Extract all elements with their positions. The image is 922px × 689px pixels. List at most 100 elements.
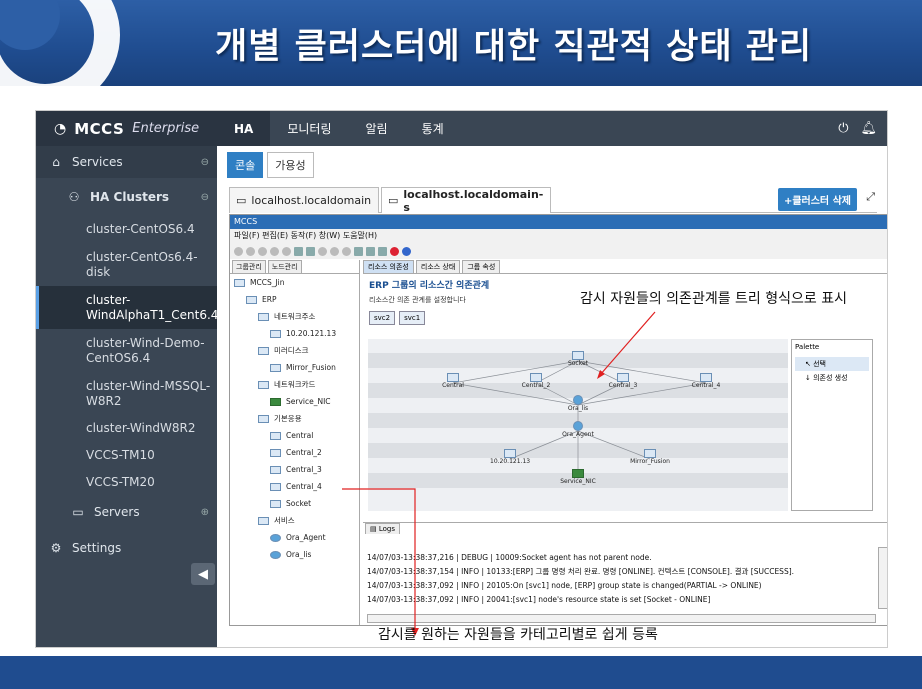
graph-node[interactable]: Socket xyxy=(558,351,598,367)
add-icon[interactable] xyxy=(354,246,363,256)
tab-availability[interactable]: 가용성 xyxy=(267,152,314,178)
tab-group-props[interactable]: 그룹 속성 xyxy=(462,260,501,273)
tree-node-label: Central_3 xyxy=(286,465,322,474)
tab-stats[interactable]: 통계 xyxy=(405,111,461,146)
tree-node[interactable]: Central_2 xyxy=(230,444,359,461)
console-toolbar xyxy=(230,243,887,259)
palette-item-label: 의존성 생성 xyxy=(813,374,848,382)
resource-icon xyxy=(644,449,656,458)
play-icon[interactable] xyxy=(234,246,243,256)
tree-node[interactable]: Service_NIC xyxy=(230,393,359,410)
tree-node[interactable]: 미러디스크 xyxy=(230,342,359,359)
palette-dependency[interactable]: ↓ 의존성 생성 xyxy=(795,371,869,385)
log-vscroll[interactable] xyxy=(878,547,887,609)
cluster-item[interactable]: cluster-Wind-MSSQL-W8R2 xyxy=(36,372,217,415)
remove-icon[interactable] xyxy=(366,246,375,256)
tree-node[interactable]: 10.20.121.13 xyxy=(230,325,359,342)
collapse-icon[interactable]: ⊖ xyxy=(201,157,209,168)
expand-icon[interactable]: ⊕ xyxy=(201,507,209,518)
tab-dependency[interactable]: 리소스 의존성 xyxy=(363,260,414,273)
graph-canvas[interactable]: Socket Central Central_2 Central_3 Central_4… xyxy=(368,339,788,511)
sidebar-item-services[interactable]: ⌂ Services ⊖ xyxy=(36,146,217,178)
graph-node[interactable]: Ora_lis xyxy=(558,395,598,412)
forward-icon[interactable] xyxy=(282,246,291,256)
resource-icon xyxy=(530,373,542,382)
refresh-icon[interactable] xyxy=(330,246,339,256)
bell-icon[interactable]: 🔔︎ xyxy=(860,121,877,136)
monitor-icon: ▭ xyxy=(72,505,84,519)
sidebar-item-ha-clusters[interactable]: ⚇ HA Clusters ⊖ xyxy=(36,178,217,216)
graph-node[interactable]: Central_2 xyxy=(516,373,556,389)
graph-node[interactable]: 10.20.121.13 xyxy=(490,449,530,465)
tree-node[interactable]: 네트워크주소 xyxy=(230,308,359,325)
tree-node[interactable]: Mirror_Fusion xyxy=(230,359,359,376)
tree-node[interactable]: 기본응용 xyxy=(230,410,359,427)
cluster-item[interactable]: VCCS-TM10 xyxy=(36,442,217,469)
tree-node[interactable]: MCCS_Jin xyxy=(230,274,359,291)
brand-suffix: Enterprise xyxy=(132,121,200,136)
tab-node-mgmt[interactable]: 노드관리 xyxy=(267,260,302,273)
tab-monitoring[interactable]: 모니터링 xyxy=(270,111,348,146)
graph-node[interactable]: Central_4 xyxy=(686,373,726,389)
graph-node[interactable]: Central xyxy=(433,373,473,389)
sidebar-item-label: HA Clusters xyxy=(90,190,170,204)
tab-resource-state[interactable]: 리소스 상태 xyxy=(415,260,461,273)
warning-icon[interactable] xyxy=(318,246,327,256)
host-tab[interactable]: ▭ localhost.localdomain xyxy=(229,187,379,213)
console-menu[interactable]: 파일(F) 편집(E) 동작(F) 창(W) 도움말(H) xyxy=(230,229,887,243)
top-nav: HA 모니터링 알림 통계 ⏻ 🔔︎ xyxy=(217,111,887,146)
download-icon[interactable] xyxy=(402,246,411,256)
tree-node-label: Service_NIC xyxy=(286,397,331,406)
svc-button[interactable]: svc2 xyxy=(369,311,396,325)
bulb-icon[interactable] xyxy=(342,246,351,256)
stop-icon[interactable] xyxy=(246,246,255,256)
tree-node[interactable]: Ora_lis xyxy=(230,546,359,563)
tree-node[interactable]: Central_4 xyxy=(230,478,359,495)
tab-group-mgmt[interactable]: 그룹관리 xyxy=(232,260,266,273)
log-line: 14/07/03-13:38:37,216 | DEBUG | 10009:So… xyxy=(367,553,652,562)
graph-node[interactable]: Central_3 xyxy=(603,373,643,389)
tree-node[interactable]: Ora_Agent xyxy=(230,529,359,546)
graph-node-label: Ora_Agent xyxy=(562,431,594,438)
tab-ha[interactable]: HA xyxy=(217,111,271,146)
cluster-item-active[interactable]: cluster-WindAlphaT1_Cent6.4 xyxy=(36,286,218,329)
unlock-icon[interactable] xyxy=(306,246,315,256)
tree-node[interactable]: ERP xyxy=(230,291,359,308)
tree-node[interactable]: Central_3 xyxy=(230,461,359,478)
cluster-item[interactable]: cluster-CentOs6.4-disk xyxy=(36,243,217,286)
lock-icon[interactable] xyxy=(294,246,303,256)
cluster-item[interactable]: VCCS-TM20 xyxy=(36,469,217,496)
tree-node[interactable]: 네트워크카드 xyxy=(230,376,359,393)
logs-icon: ▤ xyxy=(370,525,377,533)
rewind-icon[interactable] xyxy=(270,246,279,256)
tree-node-label: Mirror_Fusion xyxy=(286,363,336,372)
sidebar-item-servers[interactable]: ▭ Servers ⊕ xyxy=(36,496,217,528)
cluster-item[interactable]: cluster-WindW8R2 xyxy=(36,415,217,442)
graph-node[interactable]: Ora_Agent xyxy=(558,421,598,438)
cluster-item[interactable]: cluster-Wind-Demo-CentOS6.4 xyxy=(36,329,217,372)
sidebar-item-settings[interactable]: ⚙ Settings xyxy=(36,532,217,564)
tab-alerts[interactable]: 알림 xyxy=(349,111,405,146)
host-tab-label: localhost.localdomain xyxy=(251,194,372,207)
edit-icon[interactable] xyxy=(378,246,387,256)
svc-button[interactable]: svc1 xyxy=(399,311,426,325)
graph-node[interactable]: Service_NIC xyxy=(558,469,598,485)
delete-cluster-button[interactable]: +클러스터 삭제 xyxy=(777,188,857,211)
collapse-icon[interactable]: ⊖ xyxy=(201,192,209,203)
power-icon[interactable]: ⏻ xyxy=(838,121,848,136)
graph-node[interactable]: Mirror_Fusion xyxy=(630,449,670,465)
error-icon[interactable] xyxy=(390,246,399,256)
sidebar-collapse-button[interactable]: ◀ xyxy=(191,563,215,585)
pause-icon[interactable] xyxy=(258,246,267,256)
expand-icon[interactable]: ⤢ xyxy=(866,190,875,204)
graph-node-label: Ora_lis xyxy=(567,405,589,412)
tree-node[interactable]: Socket xyxy=(230,495,359,512)
tab-logs[interactable]: ▤ Logs xyxy=(365,523,401,534)
tree-node[interactable]: 서비스 xyxy=(230,512,359,529)
tree-node[interactable]: Central xyxy=(230,427,359,444)
palette-select[interactable]: ↖ 선택 xyxy=(795,357,869,371)
tab-console[interactable]: 콘솔 xyxy=(227,152,264,178)
log-hscroll[interactable] xyxy=(367,614,876,623)
host-tab-active[interactable]: ▭ localhost.localdomain-s xyxy=(381,187,551,214)
cluster-item[interactable]: cluster-CentOS6.4 xyxy=(36,216,217,243)
